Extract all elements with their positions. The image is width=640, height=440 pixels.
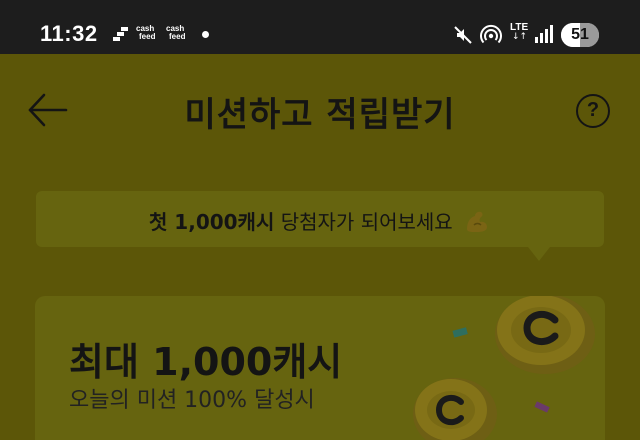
help-icon[interactable]: ?	[576, 94, 610, 128]
coin-illustration	[413, 296, 595, 440]
promo-highlight: 첫 1,000캐시	[148, 210, 275, 234]
more-notifications-dot-icon	[202, 31, 209, 38]
page-header: 미션하고 적립받기 ?	[0, 54, 640, 164]
cashfeed-notification-icon: cash feed	[166, 24, 186, 41]
steps-app-icon	[113, 27, 128, 41]
promo-message: 당첨자가 되어보세요	[274, 210, 453, 234]
promo-bubble-tail	[528, 247, 550, 261]
promo-bubble: 첫 1,000캐시 당첨자가 되어보세요	[36, 191, 604, 247]
reward-title: 최대 1,000캐시	[69, 340, 343, 384]
status-time: 11:32	[40, 21, 98, 46]
hotspot-icon	[480, 24, 502, 44]
reward-subtitle: 오늘의 미션 100% 달성시	[69, 388, 315, 413]
reward-card[interactable]: 최대 1,000캐시 오늘의 미션 100% 달성시	[35, 296, 605, 440]
promo-text: 첫 1,000캐시 당첨자가 되어보세요	[36, 206, 604, 235]
battery-indicator: 51	[561, 23, 599, 47]
mute-icon	[454, 26, 472, 44]
confetti-piece	[534, 401, 550, 413]
confetti-piece	[452, 327, 468, 338]
page-title: 미션하고 적립받기	[184, 95, 456, 135]
status-bar: 11:32 cash feed cash feed LTE ↓↑ 51	[0, 0, 640, 54]
coin-icon	[413, 378, 497, 440]
coin-icon	[495, 296, 595, 374]
battery-level: 51	[571, 26, 589, 43]
muscle-icon	[467, 211, 488, 232]
data-activity-icon: ↓↑	[512, 32, 528, 42]
signal-icon	[535, 25, 553, 43]
cashfeed-notification-icon: cash feed	[136, 24, 156, 41]
